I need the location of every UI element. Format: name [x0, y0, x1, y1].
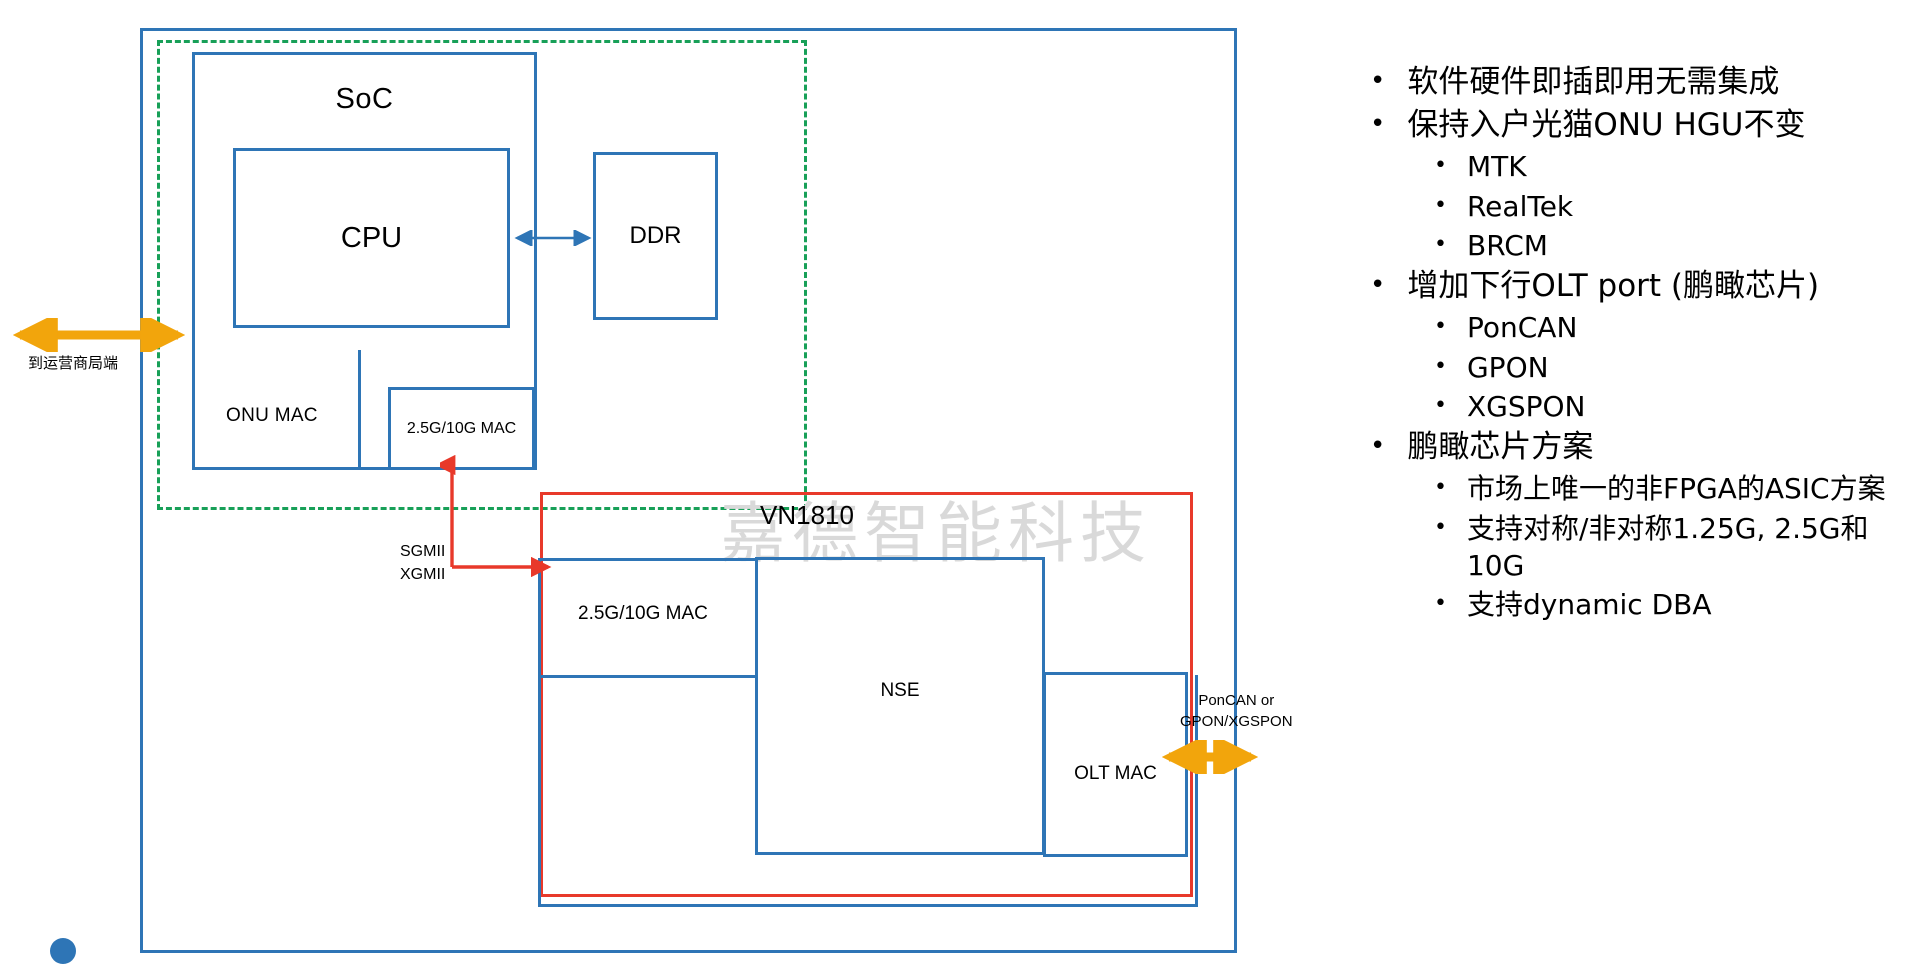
bullet-marker-icon: • — [1370, 109, 1386, 140]
bullet-item-l1: • 鹏瞰芯片方案 — [1370, 427, 1915, 468]
company-logo-icon — [50, 938, 76, 964]
sgmii-xgmii-connector — [440, 455, 552, 578]
vn1810-25g-10g-mac-label: 2.5G/10G MAC — [578, 603, 708, 624]
bullet-text: PonCAN — [1466, 311, 1578, 345]
bullet-text: XGSPON — [1466, 389, 1586, 423]
soc-25g-10g-mac-label: 2.5G/10G MAC — [406, 419, 517, 437]
bullet-item-l2: • XGSPON — [1434, 388, 1915, 425]
bullet-marker-icon: • — [1434, 192, 1447, 218]
bullet-marker-icon: • — [1434, 392, 1447, 418]
bullet-item-l2: • 市场上唯一的非FPGA的ASIC方案 — [1434, 470, 1915, 507]
bullet-marker-icon: • — [1434, 153, 1447, 179]
pon-downlink-line1: PonCAN or — [1198, 692, 1275, 709]
pon-downlink-arrow — [1161, 740, 1259, 774]
operator-uplink-arrow — [12, 318, 186, 352]
bullet-item-l2: • RealTek — [1434, 188, 1915, 225]
bullet-marker-icon: • — [1434, 231, 1447, 257]
bullet-text: MTK — [1466, 150, 1527, 184]
bullet-item-l2: • PonCAN — [1434, 309, 1915, 346]
onu-mac-label: ONU MAC — [226, 405, 318, 426]
bullet-text: 支持dynamic DBA — [1466, 587, 1712, 621]
bullet-marker-icon: • — [1434, 590, 1447, 616]
bullet-marker-icon: • — [1370, 66, 1386, 96]
bullet-marker-icon: • — [1434, 475, 1447, 501]
bullet-item-l2: • 支持对称/非对称1.25G, 2.5G和10G — [1434, 510, 1915, 584]
cpu-label: CPU — [340, 221, 403, 254]
pon-downlink-label: PonCAN or GPON/XGSPON — [1180, 690, 1293, 732]
bullet-text: 鹏瞰芯片方案 — [1407, 429, 1594, 466]
bullet-marker-icon: • — [1370, 431, 1386, 462]
bullet-text: 保持入户光猫ONU HGU不变 — [1407, 107, 1806, 144]
bullet-item-l1: • 软件硬件即插即用无需集成 — [1370, 62, 1915, 103]
sgmii-xgmii-label: SGMII XGMII — [400, 540, 445, 586]
soc-internal-divider — [358, 350, 361, 470]
bullet-item-l2: • GPON — [1434, 349, 1915, 386]
bullet-item-l1: • 保持入户光猫ONU HGU不变 — [1370, 105, 1915, 146]
sgmii-label-line1: SGMII — [400, 543, 446, 560]
bullet-text: 市场上唯一的非FPGA的ASIC方案 — [1466, 472, 1886, 506]
operator-uplink-label: 到运营商局端 — [28, 355, 119, 372]
xgmii-label-line2: XGMII — [400, 566, 446, 584]
ddr-label: DDR — [629, 222, 682, 249]
bullet-marker-icon: • — [1370, 270, 1386, 301]
bullet-marker-icon: • — [1434, 514, 1447, 540]
bullet-text: 支持对称/非对称1.25G, 2.5G和10G — [1466, 511, 1869, 582]
feature-bullet-list: • 软件硬件即插即用无需集成 • 保持入户光猫ONU HGU不变 • MTK • RealTe… — [1370, 62, 1915, 625]
bullet-text: GPON — [1466, 350, 1549, 384]
bullet-marker-icon: • — [1434, 314, 1447, 340]
bullet-marker-icon: • — [1434, 353, 1447, 379]
bullet-item-l2: • BRCM — [1434, 227, 1915, 264]
cpu-ddr-bidirectional-arrow — [514, 230, 592, 246]
pon-downlink-line2: GPON/XGSPON — [1180, 713, 1293, 730]
architecture-diagram: SoC CPU DDR ONU MAC 2.5G/10G MAC 到运营商局端 … — [0, 0, 1293, 964]
soc-label: SoC — [335, 83, 394, 115]
bullet-text: BRCM — [1466, 228, 1548, 262]
cpu-block: CPU — [233, 148, 510, 328]
nse-label: NSE — [880, 680, 920, 701]
bullet-text: 增加下行OLT port (鹏瞰芯片) — [1407, 268, 1820, 305]
ddr-block: DDR — [593, 152, 718, 320]
bullet-text: RealTek — [1466, 189, 1574, 223]
vn1810-label: VN1810 — [760, 500, 854, 530]
bullet-item-l2: • 支持dynamic DBA — [1434, 586, 1915, 623]
slide-canvas: SoC CPU DDR ONU MAC 2.5G/10G MAC 到运营商局端 … — [0, 0, 1931, 964]
bullet-text: 软件硬件即插即用无需集成 — [1407, 64, 1780, 100]
bullet-item-l1: • 增加下行OLT port (鹏瞰芯片) — [1370, 266, 1915, 307]
bullet-item-l2: • MTK — [1434, 148, 1915, 185]
nse-block: NSE — [755, 557, 1045, 855]
